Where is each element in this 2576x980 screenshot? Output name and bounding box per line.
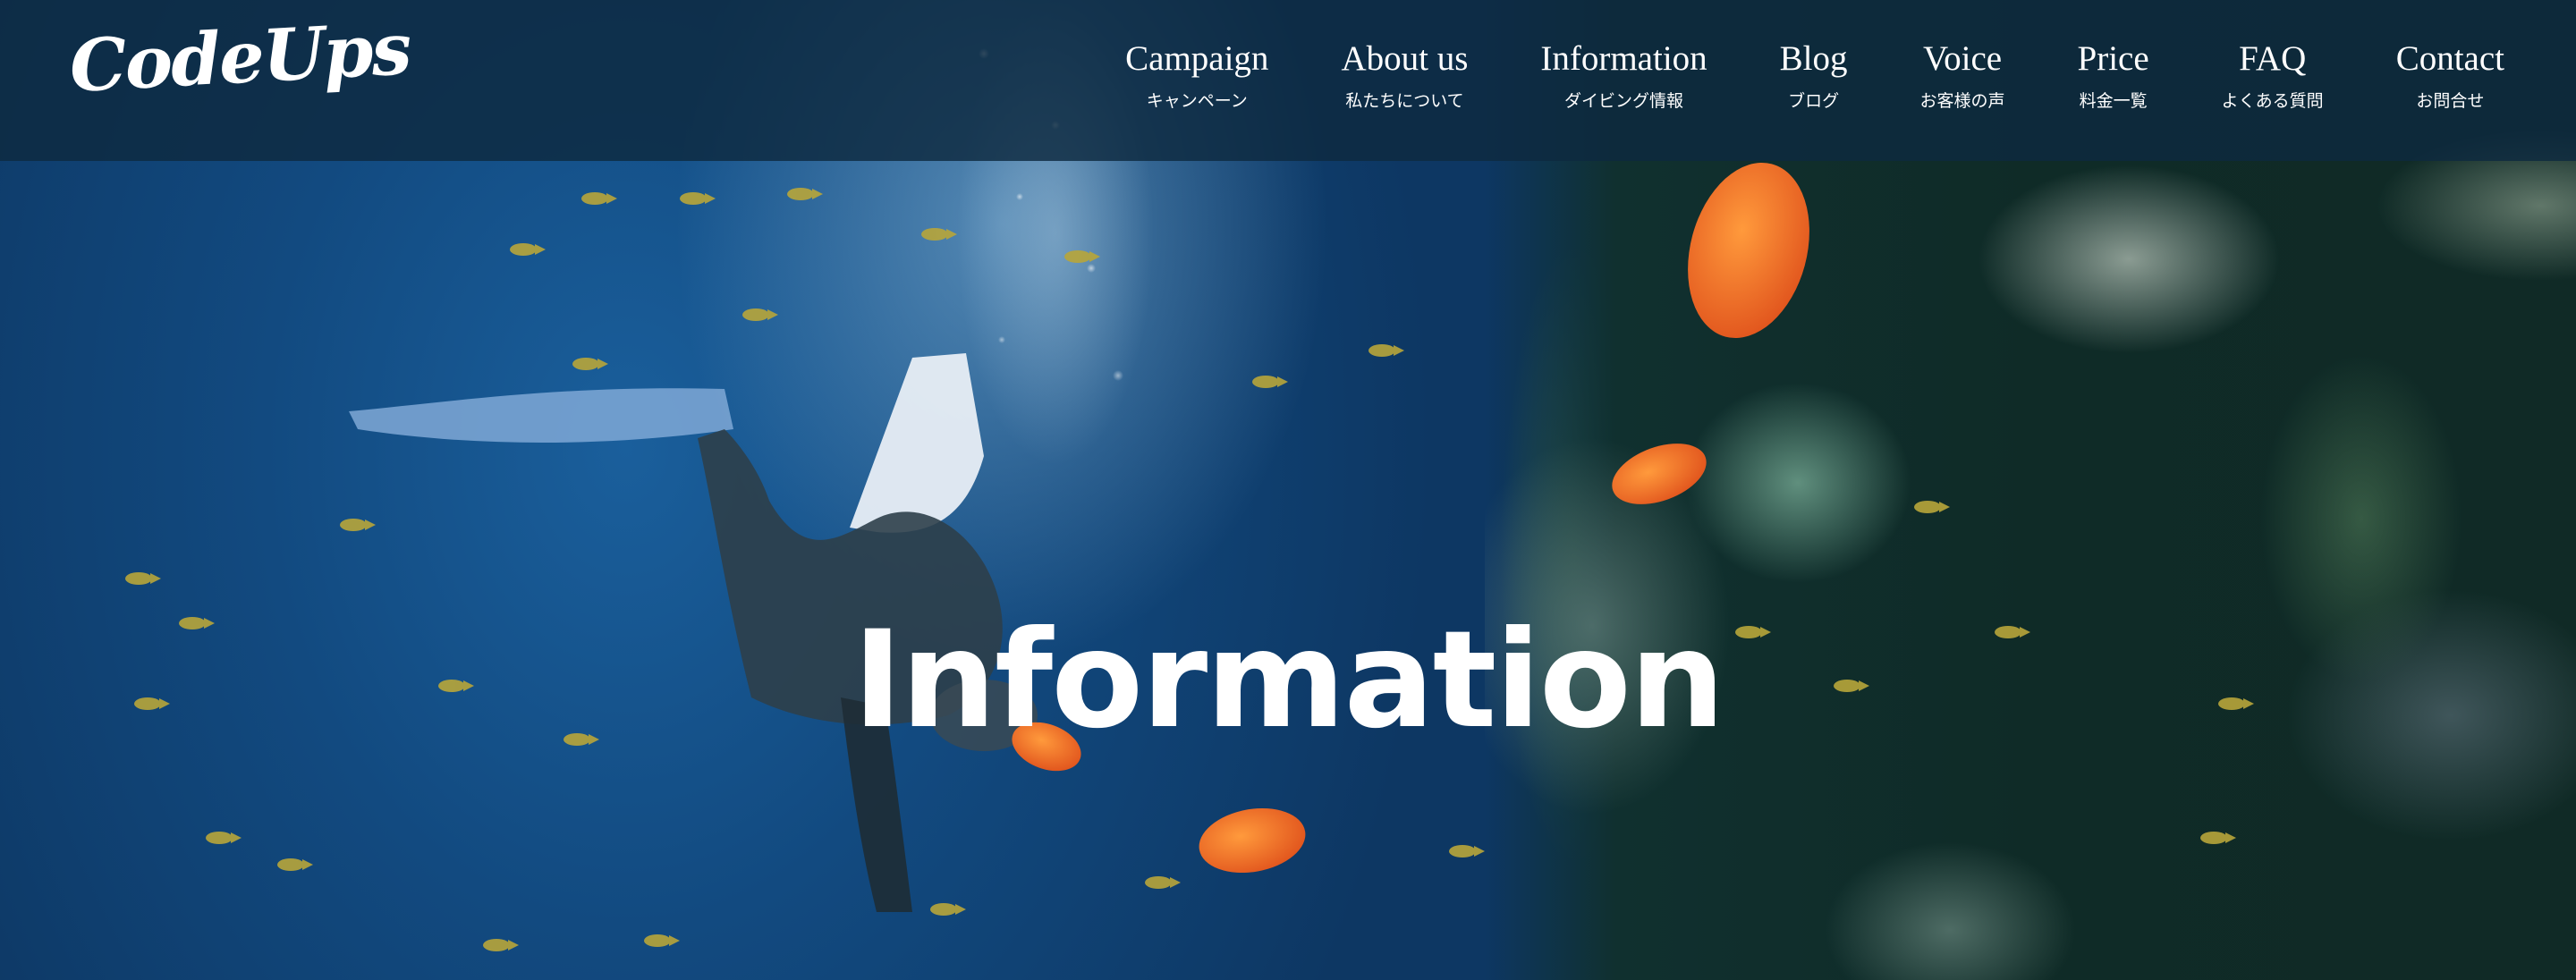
nav-item-sublabel: 私たちについて: [1345, 91, 1464, 111]
nav-item-label: FAQ: [2239, 39, 2307, 78]
fish-decoration: [125, 572, 161, 585]
fish-decoration: [921, 228, 957, 241]
fish-decoration: [742, 308, 778, 321]
page-title: Information: [852, 602, 1724, 758]
fish-decoration: [680, 192, 716, 205]
fish-decoration: [510, 243, 546, 256]
fish-decoration: [1064, 250, 1100, 263]
nav-item-sublabel: キャンペーン: [1146, 91, 1248, 111]
fish-decoration: [1368, 344, 1404, 357]
main-nav: Campaign キャンペーン About us 私たちについて Informa…: [1125, 36, 2504, 113]
fish-decoration: [644, 934, 680, 947]
nav-item-label: Voice: [1922, 39, 2003, 78]
nav-item-label: About us: [1341, 39, 1469, 78]
fish-decoration: [206, 832, 242, 844]
nav-item-about-us[interactable]: About us 私たちについて: [1341, 36, 1468, 113]
nav-item-contact[interactable]: Contact お問合せ: [2396, 36, 2504, 113]
nav-item-campaign[interactable]: Campaign キャンペーン: [1125, 36, 1268, 113]
nav-item-faq[interactable]: FAQ よくある質問: [2222, 36, 2324, 113]
site-header: CodeUps Campaign キャンペーン About us 私たちについて…: [0, 0, 2576, 161]
fish-decoration: [2200, 832, 2236, 844]
fish-decoration: [572, 358, 608, 370]
fish-decoration: [340, 519, 376, 531]
fish-decoration: [1252, 376, 1288, 388]
fish-decoration: [483, 939, 519, 951]
nav-item-price[interactable]: Price 料金一覧: [2078, 36, 2149, 113]
nav-item-label: Information: [1540, 39, 1707, 78]
fish-decoration: [1449, 845, 1485, 858]
fish-decoration: [277, 858, 313, 871]
nav-item-sublabel: 料金一覧: [2079, 91, 2148, 111]
fish-decoration: [1914, 501, 1950, 513]
nav-item-sublabel: お客様の声: [1919, 91, 2005, 111]
nav-item-sublabel: ブログ: [1788, 91, 1840, 111]
fish-decoration: [1145, 876, 1181, 889]
nav-item-information[interactable]: Information ダイビング情報: [1540, 36, 1707, 113]
nav-item-sublabel: よくある質問: [2221, 91, 2324, 111]
nav-item-blog[interactable]: Blog ブログ: [1780, 36, 1848, 113]
nav-item-label: Campaign: [1125, 39, 1269, 78]
nav-item-sublabel: お問合せ: [2416, 91, 2485, 111]
site-logo[interactable]: CodeUps: [68, 6, 412, 108]
fish-decoration: [787, 188, 823, 200]
fish-decoration: [930, 903, 966, 916]
nav-item-label: Blog: [1779, 39, 1848, 78]
fish-decoration: [581, 192, 617, 205]
nav-item-voice[interactable]: Voice お客様の声: [1920, 36, 2005, 113]
nav-item-label: Price: [2077, 39, 2149, 78]
nav-item-label: Contact: [2395, 39, 2504, 78]
page: CodeUps Campaign キャンペーン About us 私たちについて…: [0, 0, 2576, 980]
nav-item-sublabel: ダイビング情報: [1564, 91, 1684, 111]
